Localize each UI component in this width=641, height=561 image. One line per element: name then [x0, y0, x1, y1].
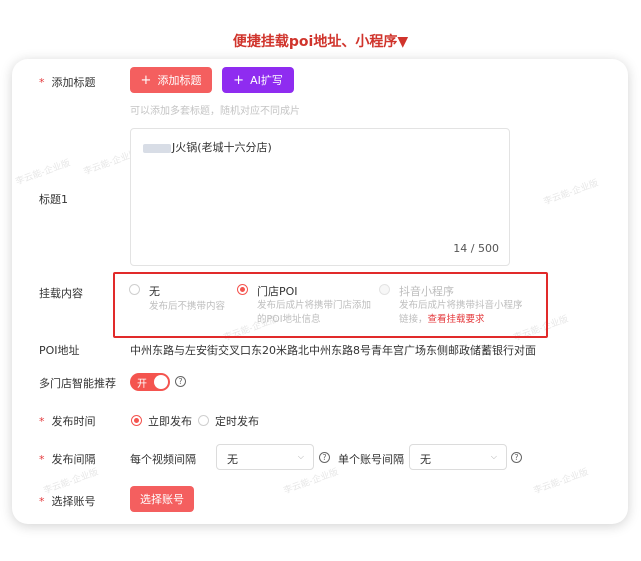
poi-address-label: POI地址: [39, 344, 80, 357]
title1-label: 标题1: [39, 193, 68, 206]
publish-now-radio[interactable]: [131, 415, 142, 426]
mount-poi-title: 门店POI: [257, 285, 298, 298]
toggle-knob: [154, 375, 168, 389]
plus-icon: +: [233, 72, 245, 88]
help-icon[interactable]: ?: [175, 376, 186, 387]
mount-poi-desc: 发布后成片将携带门店添加 的POI地址信息: [257, 300, 372, 325]
chevron-down-icon: ⌵: [297, 452, 304, 461]
account-interval-label: 单个账号间隔: [338, 453, 404, 466]
mount-miniapp-desc: 发布后成片将携带抖音小程序 链接，查看挂载要求: [399, 300, 523, 325]
mount-content-label: 挂载内容: [39, 287, 83, 300]
help-icon[interactable]: ?: [319, 452, 330, 463]
select-account-button[interactable]: 选择账号: [130, 486, 194, 512]
add-title-hint: 可以添加多套标题，随机对应不同成片: [130, 106, 300, 117]
chevron-down-icon: ⌵: [490, 452, 497, 461]
video-interval-label: 每个视频间隔: [130, 453, 196, 466]
mount-miniapp-title: 抖音小程序: [399, 285, 454, 298]
plus-icon: +: [140, 72, 152, 88]
title1-text: J火锅(老城十六分店): [143, 139, 272, 155]
mount-none-radio[interactable]: [129, 284, 140, 295]
mount-none-title: 无: [149, 285, 160, 298]
add-title-label: * 添加标题: [39, 76, 96, 89]
publish-now-label: 立即发布: [148, 415, 192, 428]
title1-textarea[interactable]: J火锅(老城十六分店) 14 / 500: [130, 128, 510, 266]
poi-address-value: 中州东路与左安街交叉口东20米路北中州东路8号青年宫广场东侧邮政储蓄银行对面: [130, 344, 536, 357]
watermark: 李云能-企业版: [14, 158, 72, 188]
ai-expand-button[interactable]: + AI扩写: [222, 67, 294, 93]
publish-time-label: * 发布时间: [39, 415, 96, 428]
publish-interval-label: * 发布间隔: [39, 453, 96, 466]
watermark: 李云能-企业版: [42, 467, 100, 497]
mount-miniapp-radio[interactable]: [379, 284, 390, 295]
publish-form-card: 李云能-企业版 李云能-企业版 李云能-企业版 李云能-企业版 李云能-企业版 …: [12, 59, 628, 524]
help-icon[interactable]: ?: [511, 452, 522, 463]
video-interval-select[interactable]: 无 ⌵: [216, 444, 314, 470]
smart-recommend-label: 多门店智能推荐: [39, 377, 116, 390]
watermark: 李云能-企业版: [542, 178, 600, 208]
publish-scheduled-label: 定时发布: [215, 415, 259, 428]
account-interval-select[interactable]: 无 ⌵: [409, 444, 507, 470]
redacted-text: [143, 143, 171, 153]
add-title-button[interactable]: + 添加标题: [130, 67, 212, 93]
caption: 便捷挂载poi地址、小程序▼: [232, 34, 409, 50]
mount-none-desc: 发布后不携带内容: [149, 301, 226, 312]
view-mount-requirements-link[interactable]: 查看挂载要求: [428, 314, 485, 325]
watermark: 李云能-企业版: [532, 467, 590, 497]
mount-poi-radio[interactable]: [237, 284, 248, 295]
char-count: 14 / 500: [453, 242, 499, 255]
smart-recommend-toggle[interactable]: 开: [130, 373, 170, 391]
select-account-label: * 选择账号: [39, 495, 96, 508]
publish-scheduled-radio[interactable]: [198, 415, 209, 426]
